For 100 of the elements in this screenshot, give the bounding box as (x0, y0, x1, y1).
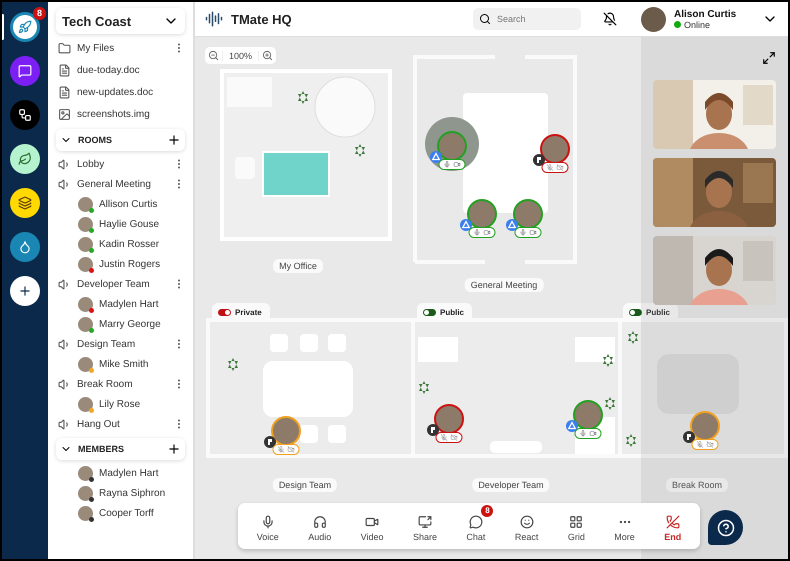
app-button[interactable] (10, 100, 40, 130)
plant-icon (605, 397, 615, 410)
drop-icon (18, 240, 32, 254)
room-name[interactable]: Hang Out (77, 418, 167, 430)
member-name: Marry George (99, 318, 162, 330)
expand-icon[interactable] (762, 51, 776, 65)
room-name[interactable]: Design Team (77, 338, 167, 350)
room-name[interactable]: Lobby (77, 158, 167, 170)
room-name[interactable]: General Meeting (77, 178, 167, 190)
plant-icon (626, 434, 636, 447)
plant-icon (419, 381, 429, 394)
camera-off-icon (706, 441, 714, 448)
end-button[interactable]: End (656, 504, 690, 542)
chat-bubble-icon (468, 514, 483, 528)
section-title: ROOMS (78, 135, 114, 145)
speaker-icon (58, 338, 71, 350)
mic-off-icon (440, 434, 448, 441)
grid-button[interactable]: Grid (560, 504, 593, 542)
plant-icon (355, 144, 365, 157)
folder-icon (58, 42, 71, 54)
member-name: Madylen Hart (99, 468, 160, 478)
room-label: Developer Team (472, 478, 550, 492)
file-name[interactable]: new-updates.doc (77, 86, 185, 98)
zoom-out-icon (208, 50, 219, 61)
react-button[interactable]: React (506, 504, 546, 542)
app-button[interactable] (10, 232, 40, 262)
camera-off-icon (288, 446, 294, 453)
toggle-switch[interactable] (218, 308, 231, 316)
video-button[interactable]: Video (352, 504, 392, 542)
bell-off-icon[interactable] (603, 12, 617, 26)
help-button[interactable] (708, 510, 743, 545)
toggle-switch[interactable] (423, 308, 436, 316)
screen-share-icon (418, 514, 432, 528)
app-button[interactable] (10, 144, 40, 174)
room-label: General Meeting (464, 278, 544, 292)
image-icon (58, 108, 71, 120)
member-name: Allison Curtis (99, 198, 158, 210)
plant-icon (603, 354, 613, 367)
camera-off-icon (450, 434, 458, 441)
avatar (78, 486, 93, 500)
avatar (78, 356, 93, 372)
speaker-icon (58, 418, 71, 430)
chat-button[interactable]: Chat 8 (458, 504, 494, 542)
file-name[interactable]: due-today.doc (77, 64, 185, 76)
rocket-icon (18, 20, 32, 34)
logo-icon (205, 10, 223, 28)
user-name: Alison Curtis (674, 8, 738, 20)
member-name: Kadin Rosser (99, 238, 160, 250)
notification-badge: 8 (481, 504, 494, 516)
doc-icon (58, 86, 71, 98)
room-name[interactable]: Developer Team (77, 278, 167, 290)
members-header[interactable]: MEMBERS (56, 438, 185, 460)
video-camera-icon (530, 229, 536, 236)
room-label: Design Team (272, 478, 338, 492)
file-name[interactable]: screenshots.img (77, 108, 185, 120)
more-button[interactable]: More (606, 504, 643, 542)
workspace-selector[interactable]: Tech Coast (56, 8, 185, 34)
speaker-icon (58, 378, 71, 390)
layers-icon (18, 196, 32, 210)
hang-up-icon (666, 514, 680, 528)
camera-off-icon (556, 164, 564, 171)
app-button[interactable] (10, 188, 40, 218)
mic-off-icon (546, 164, 554, 171)
plus-icon[interactable] (167, 133, 181, 147)
voice-button[interactable]: Voice (248, 504, 287, 542)
user-status: Online (684, 20, 710, 30)
video-camera-icon (454, 161, 460, 168)
search-field[interactable]: Search (473, 8, 581, 30)
access-label: Public (440, 308, 464, 316)
rooms-header[interactable]: ROOMS (56, 129, 185, 151)
member-name: Lily Rose (99, 398, 142, 410)
section-title: MEMBERS (78, 444, 126, 454)
avatar (78, 396, 93, 412)
avatar (78, 466, 93, 480)
share-button[interactable]: Share (404, 504, 445, 542)
app-button[interactable] (10, 56, 40, 86)
file-name[interactable]: My Files (77, 42, 167, 54)
grid-icon (569, 514, 584, 528)
video-camera-icon (484, 229, 490, 236)
plus-icon[interactable] (167, 442, 181, 456)
notification-badge: 8 (33, 7, 46, 20)
plant-icon (228, 358, 238, 371)
room-label: Break Room (666, 478, 728, 492)
plant-icon (298, 91, 308, 104)
app-title: TMate HQ (231, 12, 293, 26)
headphones-icon (312, 514, 327, 528)
search-icon (479, 13, 491, 25)
add-button[interactable] (10, 276, 40, 306)
room-name[interactable]: Break Room (77, 378, 167, 390)
video-camera-icon (590, 430, 596, 437)
audio-button[interactable]: Audio (300, 504, 340, 542)
toggle-switch[interactable] (629, 308, 642, 316)
smiley-icon (520, 514, 534, 528)
microphone-icon (444, 161, 450, 168)
zoom-in-icon (262, 50, 274, 61)
mic-off-icon (278, 446, 284, 453)
microphone-icon (580, 430, 586, 437)
avatar (78, 236, 93, 252)
microphone-icon (474, 229, 480, 236)
plus-icon (18, 284, 32, 298)
